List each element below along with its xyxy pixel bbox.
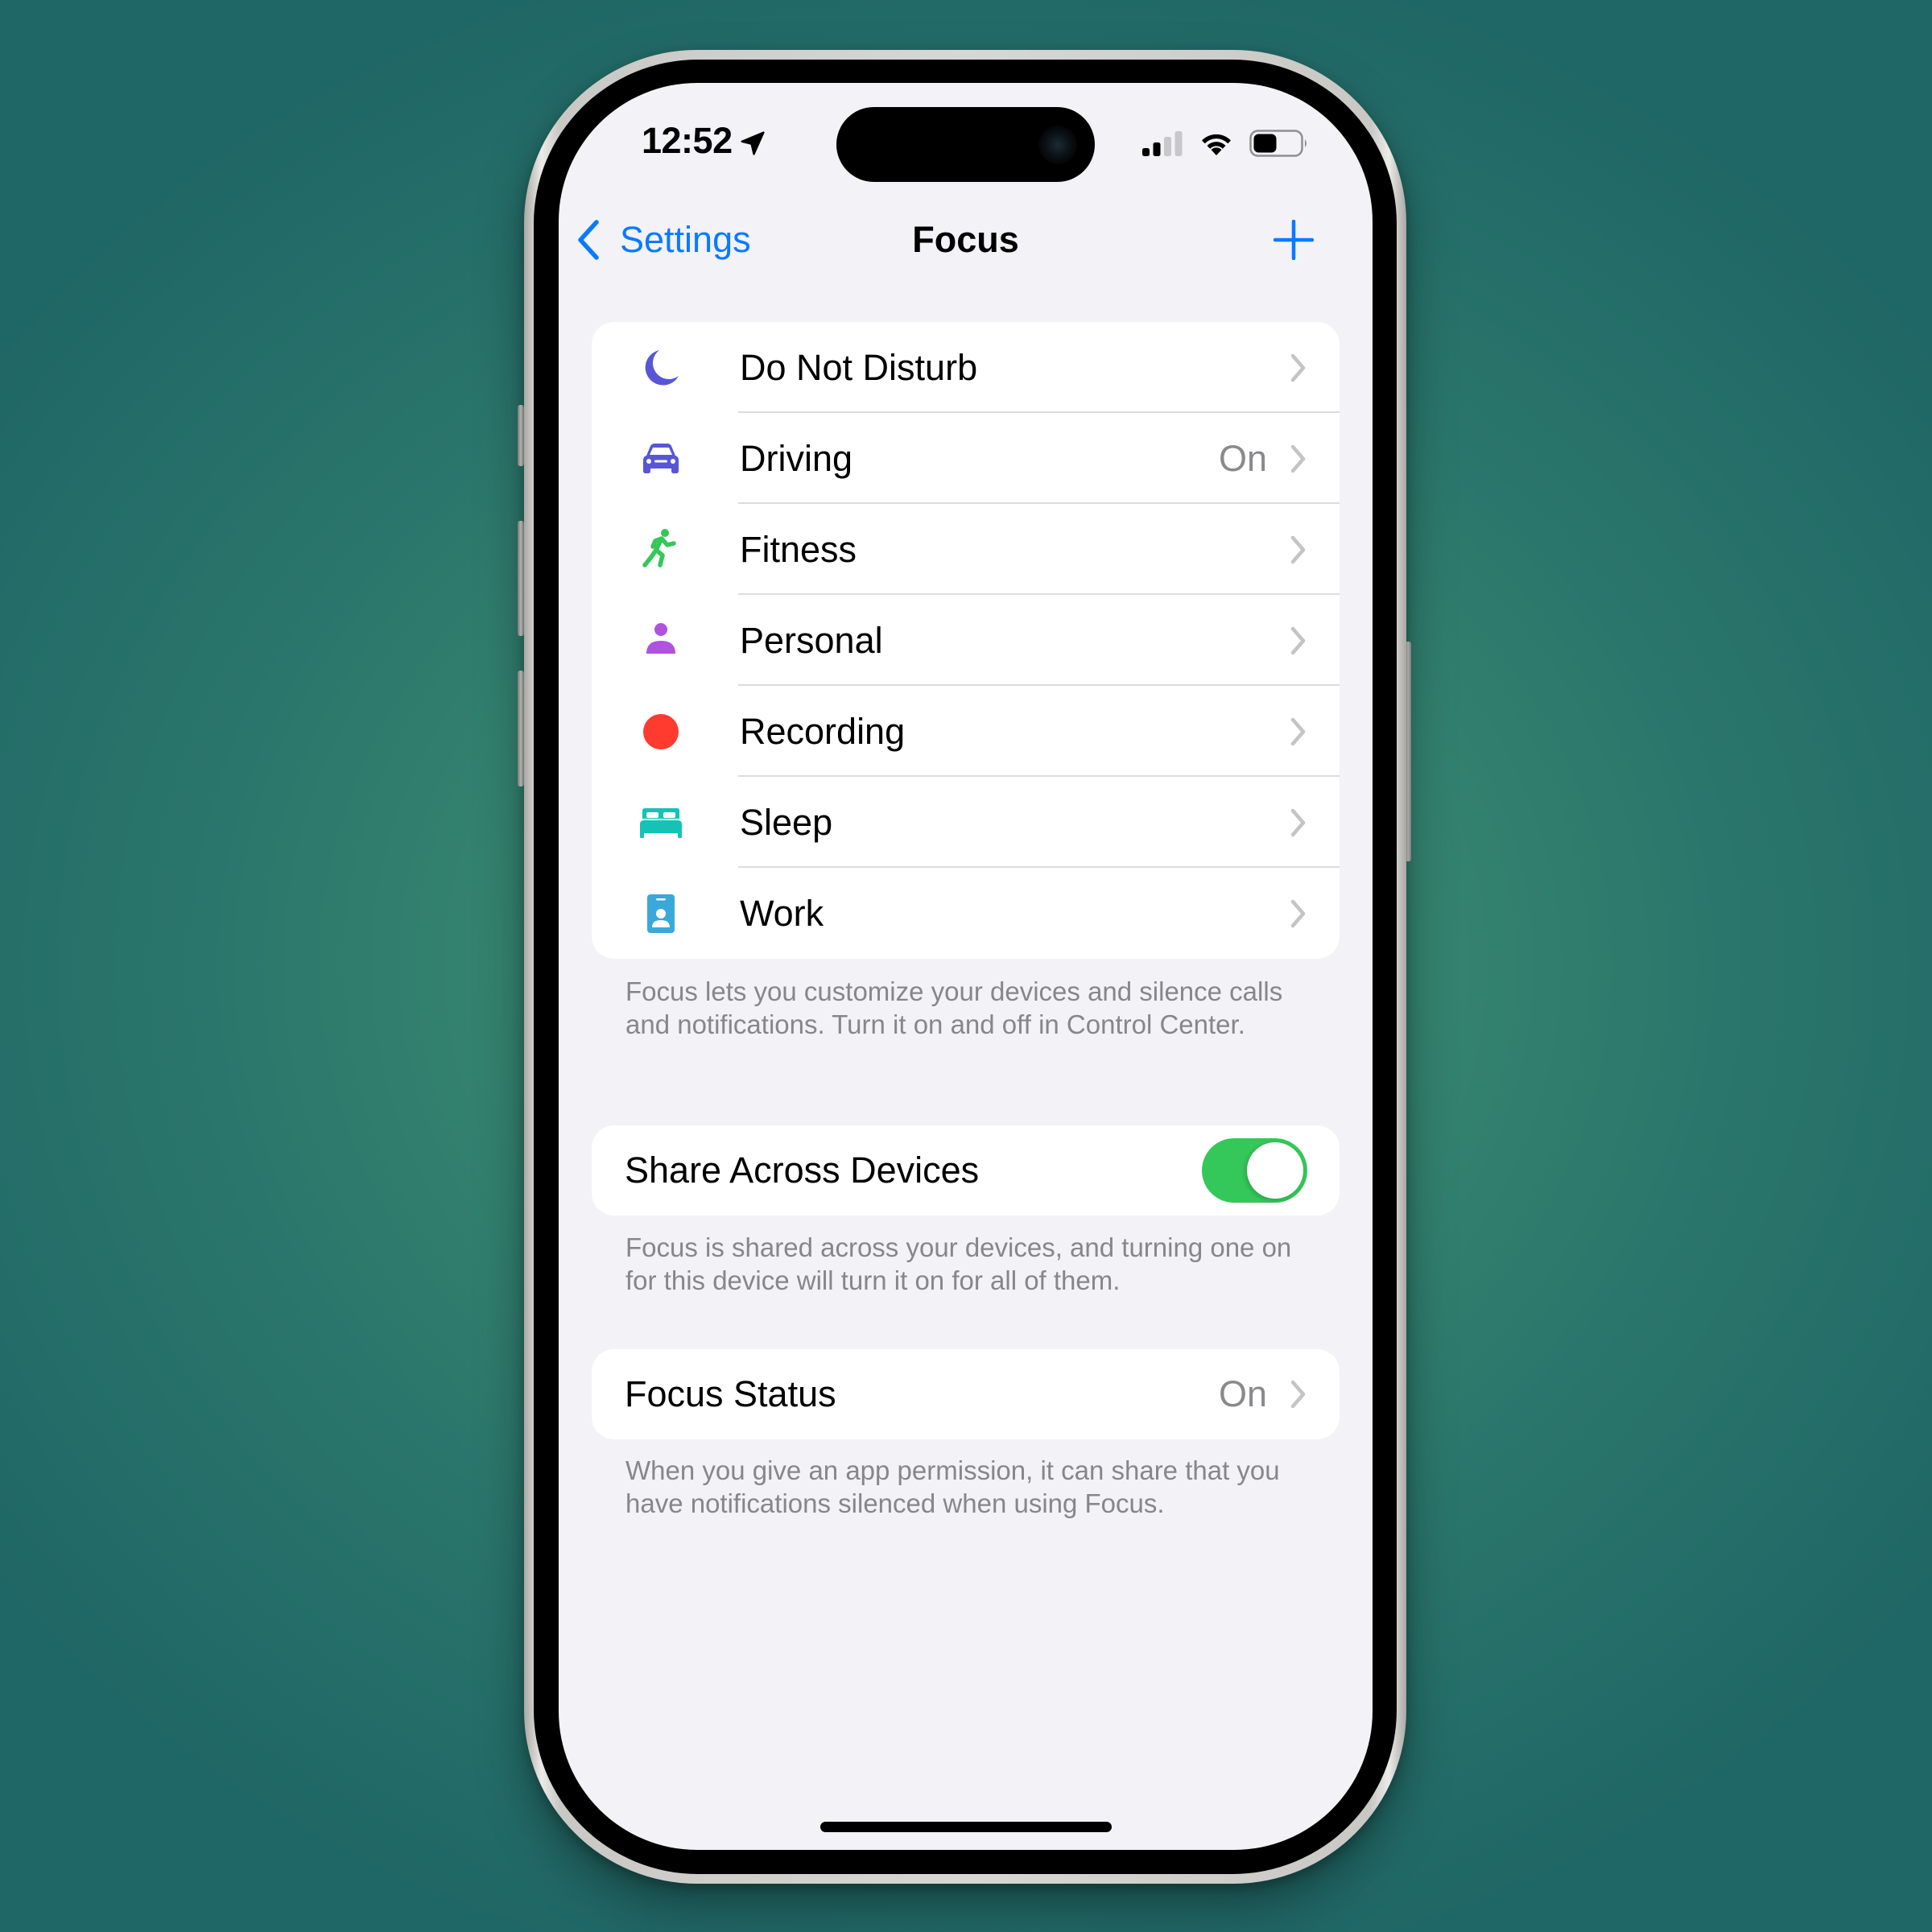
focus-mode-do-not-disturb[interactable]: Do Not Disturb [592,322,1340,413]
focus-mode-sleep[interactable]: Sleep [592,777,1340,868]
person-icon [638,618,683,663]
focus-mode-driving[interactable]: Driving On [592,413,1340,504]
signal-bar [1153,142,1161,156]
action-button[interactable] [518,405,524,466]
focus-status-row[interactable]: Focus Status On [592,1349,1340,1439]
id-badge-icon [638,891,683,936]
cellular-signal-icon [1142,131,1183,156]
phone-screen: 12:52 Settings Focus Do Not Disturb Driv… [559,83,1373,1850]
focus-mode-recording[interactable]: Recording [592,686,1340,777]
focus-modes-footer: Focus lets you customize your devices an… [625,976,1283,1039]
plus-icon[interactable] [1274,220,1314,260]
chevron-right-icon [1290,535,1306,564]
share-across-devices-label: Share Across Devices [625,1150,980,1191]
record-dot-icon [638,709,683,754]
dynamic-island [836,107,1095,182]
share-across-devices-card: Share Across Devices [592,1125,1340,1216]
chevron-right-icon [1290,899,1306,927]
chevron-right-icon [1290,626,1306,654]
volume-up-button[interactable] [518,521,524,636]
focus-status-footer: When you give an app permission, it can … [625,1455,1280,1518]
focus-mode-label: Driving [740,437,853,479]
toggle-knob [1247,1142,1303,1199]
battery-level [1253,134,1277,153]
focus-mode-fitness[interactable]: Fitness [592,504,1340,595]
chevron-right-icon [1290,808,1306,836]
focus-mode-personal[interactable]: Personal [592,595,1340,686]
focus-status-value: On [1218,1373,1267,1414]
chevron-right-icon [1290,1380,1306,1409]
focus-mode-work[interactable]: Work [592,868,1340,959]
location-arrow-icon [741,131,765,155]
status-time: 12:52 [642,120,733,161]
wifi-icon [1202,134,1231,155]
share-across-devices-footer: Focus is shared across your devices, and… [625,1232,1292,1295]
signal-bar [1142,148,1150,156]
share-across-devices-row: Share Across Devices [592,1125,1340,1216]
page-title: Focus [912,219,1019,260]
focus-mode-label: Fitness [740,528,857,570]
focus-mode-label: Recording [740,710,906,752]
signal-bar [1174,131,1183,156]
front-camera [1038,126,1077,164]
focus-status-label: Focus Status [625,1373,836,1414]
chevron-right-icon [1290,717,1306,745]
focus-status-card: Focus Status On [592,1349,1340,1439]
battery-icon [1249,130,1307,157]
focus-mode-value: On [1218,437,1267,479]
chevron-right-icon [1290,353,1306,382]
focus-mode-label: Sleep [740,801,833,843]
volume-down-button[interactable] [518,671,524,786]
focus-mode-label: Work [740,892,824,934]
signal-bar [1164,137,1171,156]
focus-modes-list: Do Not Disturb Driving On Fitness Person… [592,322,1340,959]
moon-icon [638,345,683,390]
running-figure-icon [638,527,683,572]
home-indicator[interactable] [820,1822,1112,1832]
car-icon [638,436,683,481]
focus-mode-label: Personal [740,619,883,661]
bed-icon [638,800,683,845]
focus-mode-label: Do Not Disturb [740,346,978,388]
share-across-devices-toggle[interactable] [1202,1138,1307,1203]
chevron-right-icon [1290,444,1306,473]
